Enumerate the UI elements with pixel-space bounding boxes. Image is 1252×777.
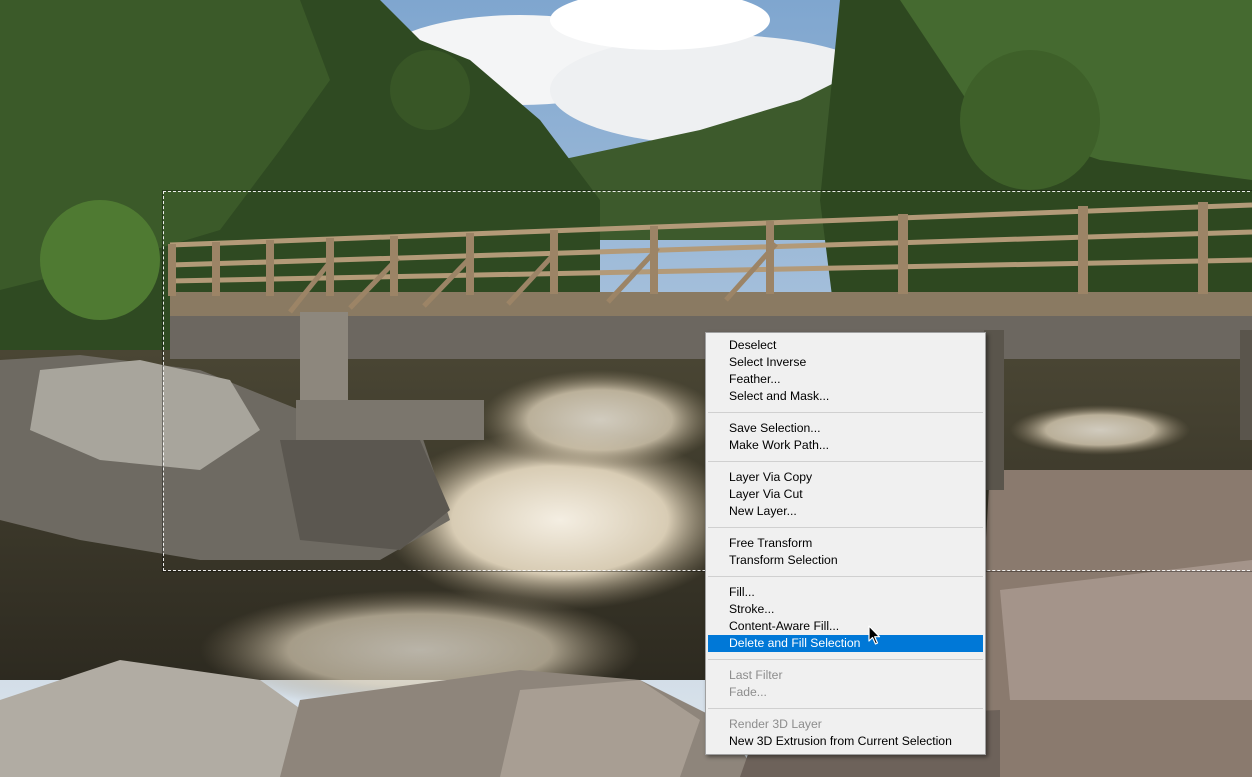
menu-separator bbox=[708, 461, 983, 462]
menu-item-last-filter: Last Filter bbox=[729, 668, 783, 682]
menu-item-layer-via-cut[interactable]: Layer Via Cut bbox=[708, 486, 983, 503]
menu-item-layer-via-copy[interactable]: Layer Via Copy bbox=[708, 469, 983, 486]
menu-separator bbox=[708, 659, 983, 660]
menu-item-content-aware-fill[interactable]: Content-Aware Fill... bbox=[708, 618, 983, 635]
menu-item-new-layer[interactable]: New Layer... bbox=[708, 503, 983, 520]
context-menu: Deselect Select Inverse Feather... Select a… bbox=[705, 332, 986, 755]
menu-item-delete-and-fill-selection[interactable]: Delete and Fill Selection bbox=[708, 635, 983, 652]
menu-item-free-transform[interactable]: Free Transform bbox=[708, 535, 983, 552]
menu-item-select-and-mask[interactable]: Select and Mask... bbox=[708, 388, 983, 405]
menu-item-feather[interactable]: Feather... bbox=[708, 371, 983, 388]
menu-group: Last Filter Fade... bbox=[706, 665, 985, 703]
menu-item-new-3d-extrusion-from-current-selection[interactable]: New 3D Extrusion from Current Selection bbox=[708, 733, 983, 750]
menu-group: Deselect Select Inverse Feather... Select a… bbox=[706, 335, 985, 407]
menu-item-deselect[interactable]: Deselect bbox=[708, 337, 983, 354]
menu-group: Free Transform Transform Selection bbox=[706, 533, 985, 571]
menu-item-fill[interactable]: Fill... bbox=[708, 584, 983, 601]
menu-item-make-work-path[interactable]: Make Work Path... bbox=[708, 437, 983, 454]
menu-separator bbox=[708, 708, 983, 709]
menu-group: Save Selection... Make Work Path... bbox=[706, 418, 985, 456]
menu-item-fade: Fade... bbox=[729, 685, 767, 699]
menu-item-render-3d-layer: Render 3D Layer bbox=[729, 717, 822, 731]
menu-group: Fill... Stroke... Content-Aware Fill... Del… bbox=[706, 582, 985, 654]
arrow-pointer-icon bbox=[868, 625, 881, 645]
menu-separator bbox=[708, 576, 983, 577]
menu-item-select-inverse[interactable]: Select Inverse bbox=[708, 354, 983, 371]
menu-separator bbox=[708, 412, 983, 413]
menu-item-stroke[interactable]: Stroke... bbox=[708, 601, 983, 618]
menu-group: Render 3D Layer New 3D Extrusion from Cur… bbox=[706, 714, 985, 752]
menu-item-save-selection[interactable]: Save Selection... bbox=[708, 420, 983, 437]
menu-separator bbox=[708, 527, 983, 528]
menu-item-transform-selection[interactable]: Transform Selection bbox=[708, 552, 983, 569]
menu-group: Layer Via Copy Layer Via Cut New Layer... bbox=[706, 467, 985, 522]
